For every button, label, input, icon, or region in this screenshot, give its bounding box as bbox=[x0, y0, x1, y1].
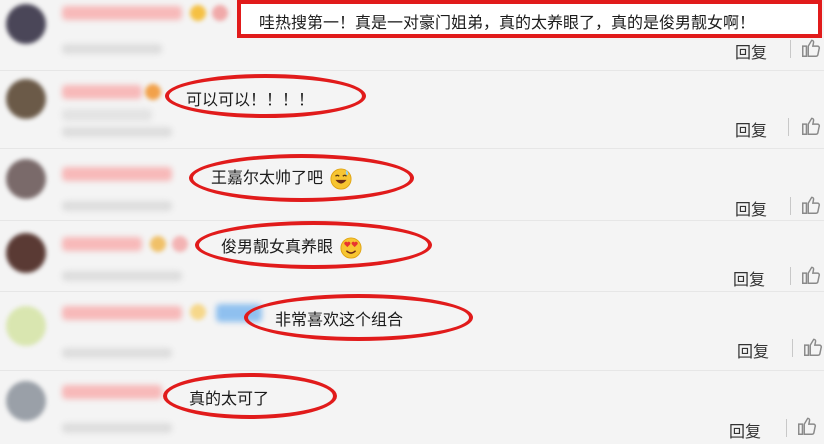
avatar[interactable] bbox=[6, 159, 46, 199]
divider bbox=[788, 118, 789, 136]
reply-button[interactable]: 回复 bbox=[729, 418, 761, 442]
badge-icon bbox=[190, 5, 206, 21]
reply-button[interactable]: 回复 bbox=[735, 39, 767, 63]
thumbs-up-icon[interactable] bbox=[800, 115, 822, 137]
timestamp-blurred bbox=[62, 44, 162, 54]
comment-item: 非常喜欢这个组合 回复 bbox=[0, 292, 824, 371]
reply-button[interactable]: 回复 bbox=[735, 117, 767, 141]
username-blurred bbox=[62, 237, 142, 251]
avatar[interactable] bbox=[6, 381, 46, 421]
reply-button[interactable]: 回复 bbox=[737, 338, 769, 362]
thumbs-up-icon[interactable] bbox=[796, 415, 818, 437]
comment-text-content: 王嘉尔太帅了吧 bbox=[211, 168, 324, 187]
comment-text-content: 俊男靓女真养眼 bbox=[221, 237, 334, 256]
username-blurred bbox=[62, 385, 162, 399]
thumbs-up-icon[interactable] bbox=[800, 194, 822, 216]
divider bbox=[790, 197, 791, 215]
comment-text: 可以可以！！！！ bbox=[186, 90, 315, 109]
username-blurred bbox=[62, 6, 182, 20]
badge-icon bbox=[190, 304, 206, 320]
heart-eyes-emoji-icon bbox=[340, 236, 362, 259]
username-blurred bbox=[62, 85, 142, 99]
text-blurred bbox=[62, 109, 152, 121]
divider bbox=[792, 339, 793, 357]
divider bbox=[790, 40, 791, 58]
timestamp-blurred bbox=[62, 127, 172, 137]
divider bbox=[786, 419, 787, 437]
grinning-sweat-emoji-icon bbox=[330, 167, 352, 190]
badge-icon bbox=[172, 236, 188, 252]
badge-icon bbox=[145, 84, 161, 100]
avatar[interactable] bbox=[6, 306, 46, 346]
comment-text: 俊男靓女真养眼 bbox=[221, 233, 362, 259]
thumbs-up-icon[interactable] bbox=[802, 336, 824, 358]
timestamp-blurred bbox=[62, 271, 182, 281]
timestamp-blurred bbox=[62, 423, 172, 433]
reply-button[interactable]: 回复 bbox=[733, 266, 765, 290]
timestamp-blurred bbox=[62, 348, 172, 358]
username-blurred bbox=[62, 167, 172, 181]
comment-item: 可以可以！！！！ 回复 bbox=[0, 71, 824, 149]
divider bbox=[790, 267, 791, 285]
timestamp-blurred bbox=[62, 201, 172, 211]
thumbs-up-icon[interactable] bbox=[800, 37, 822, 59]
comment-text: 王嘉尔太帅了吧 bbox=[211, 164, 352, 190]
avatar[interactable] bbox=[6, 79, 46, 119]
thumbs-up-icon[interactable] bbox=[800, 264, 822, 286]
comment-item: 哇热搜第一！真是一对豪门姐弟，真的太养眼了，真的是俊男靓女啊！ 回复 bbox=[0, 0, 824, 71]
avatar[interactable] bbox=[6, 233, 46, 273]
badge-icon bbox=[212, 5, 228, 21]
comment-item: 俊男靓女真养眼 回复 bbox=[0, 221, 824, 292]
comment-item: 王嘉尔太帅了吧 回复 bbox=[0, 149, 824, 221]
comment-item: 真的太可了 回复 bbox=[0, 371, 824, 444]
username-blurred bbox=[62, 306, 182, 320]
comment-text: 哇热搜第一！真是一对豪门姐弟，真的太养眼了，真的是俊男靓女啊！ bbox=[259, 13, 756, 32]
badge-icon bbox=[150, 236, 166, 252]
reply-button[interactable]: 回复 bbox=[735, 196, 767, 220]
avatar[interactable] bbox=[6, 4, 46, 44]
comment-text: 真的太可了 bbox=[189, 389, 270, 408]
comment-text: 非常喜欢这个组合 bbox=[275, 310, 404, 329]
